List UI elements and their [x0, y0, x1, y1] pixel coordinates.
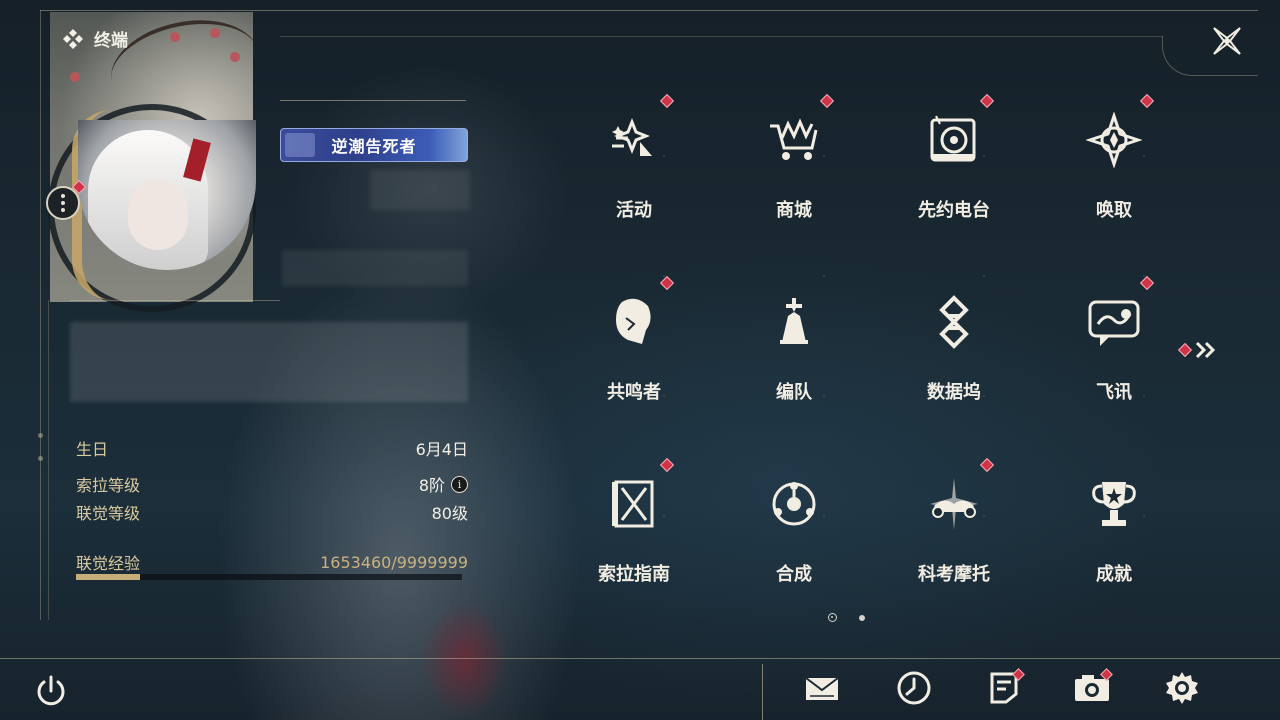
frame-tick: [38, 433, 43, 438]
settings-button[interactable]: [1162, 668, 1202, 712]
bottom-bar-separator: [762, 664, 763, 720]
stat-value-wrap: 8阶 i: [419, 472, 468, 496]
uid-placeholder-blur: [370, 170, 470, 210]
menu-item-events[interactable]: 活动: [574, 92, 694, 242]
notification-badge: [979, 457, 995, 473]
title-badge[interactable]: 逆潮告死者: [280, 128, 468, 162]
power-icon: [37, 675, 65, 706]
double-chevron-right-icon: [1195, 341, 1216, 359]
menu-item-message[interactable]: 飞讯: [1054, 274, 1174, 424]
menu-item-label: 先约电台: [918, 200, 990, 221]
stat-value: 8阶: [418, 476, 445, 495]
menu-item-label: 成就: [1096, 564, 1132, 585]
guide-icon: [604, 474, 664, 534]
menu-item-label: 数据坞: [927, 382, 981, 403]
menu-item-label: 商城: [776, 200, 812, 221]
notification-badge: [819, 93, 835, 109]
notification-badge: [659, 93, 675, 109]
terminal-diamond-icon: [63, 28, 83, 49]
settings-icon: [1166, 672, 1198, 704]
close-icon: [1213, 27, 1241, 55]
notification-badge: [659, 275, 675, 291]
stat-label: 生日: [76, 440, 109, 459]
trophy-icon: [1084, 474, 1144, 534]
stat-label: 联觉等级: [76, 504, 141, 523]
mail-icon: [805, 677, 839, 700]
mail-button[interactable]: [802, 668, 842, 712]
menu-item-motorcycle[interactable]: 科考摩托: [894, 456, 1014, 606]
menu-item-trophy[interactable]: 成就: [1054, 456, 1174, 606]
synthesis-icon: [764, 474, 824, 534]
stat-union-level: 联觉等级 80级: [76, 500, 468, 524]
notification-badge: [1139, 275, 1155, 291]
stat-value: 80级: [431, 504, 468, 523]
profile-separator: [70, 300, 280, 301]
background-figure: [420, 600, 510, 720]
frame-top-line: [40, 10, 1258, 11]
menu-item-data-bank[interactable]: 数据坞: [894, 274, 1014, 424]
stat-value: 1653460/9999999: [320, 552, 468, 572]
avatar-options-button[interactable]: [46, 186, 80, 220]
menu-item-label: 唤取: [1096, 200, 1132, 221]
terminal-header: 终端: [62, 26, 128, 51]
title-divider: [280, 100, 466, 101]
resonator-icon: [604, 292, 664, 352]
menu-item-label: 活动: [616, 200, 652, 221]
info-icon[interactable]: i: [451, 475, 468, 493]
name-placeholder-blur: [282, 250, 468, 286]
frame-left-inner-line: [48, 300, 49, 620]
radio-icon: [924, 110, 984, 170]
data-bank-icon: [924, 292, 984, 352]
page-indicator: [828, 613, 865, 622]
menu-item-label: 科考摩托: [918, 564, 990, 585]
next-page-badge: [1177, 342, 1193, 358]
exp-progress-fill: [76, 574, 140, 580]
events-icon: [604, 110, 664, 170]
motorcycle-icon: [924, 474, 984, 534]
menu-item-label: 编队: [776, 382, 812, 403]
next-page-button[interactable]: [1177, 340, 1218, 360]
power-button[interactable]: [32, 672, 70, 710]
frame-inner-line: [280, 36, 1162, 37]
close-button[interactable]: [1208, 22, 1246, 60]
frame-bottom-line: [0, 658, 1280, 659]
notification-badge: [979, 93, 995, 109]
exp-progress-bar: [76, 574, 462, 580]
menu-item-radio[interactable]: 先约电台: [894, 92, 1014, 242]
message-icon: [1084, 292, 1144, 352]
notice-button[interactable]: [984, 668, 1025, 712]
more-dots-icon: [61, 194, 65, 212]
menu-item-convene[interactable]: 唤取: [1054, 92, 1174, 242]
stat-label: 索拉等级: [76, 476, 141, 495]
stat-birthday: 生日 6月4日: [76, 436, 468, 460]
shop-cart-icon: [764, 110, 824, 170]
menu-item-team[interactable]: 编队: [734, 274, 854, 424]
page-dot-active[interactable]: [828, 613, 837, 622]
convene-icon: [1084, 110, 1144, 170]
team-icon: [764, 292, 824, 352]
clock-icon: [897, 671, 931, 705]
title-badge-text: 逆潮告死者: [331, 137, 417, 156]
stat-label: 联觉经验: [76, 554, 141, 573]
menu-item-label: 飞讯: [1096, 382, 1132, 403]
signature-placeholder-blur[interactable]: [70, 322, 468, 402]
menu-item-synthesis[interactable]: 合成: [734, 456, 854, 606]
stat-value: 6月4日: [415, 440, 468, 459]
history-button[interactable]: [894, 668, 934, 712]
page-dot[interactable]: [859, 614, 865, 621]
camera-button[interactable]: [1072, 668, 1113, 712]
notification-badge: [659, 457, 675, 473]
stat-sola-level: 索拉等级 8阶 i: [76, 472, 468, 496]
menu-item-resonator[interactable]: 共鸣者: [574, 274, 694, 424]
notification-badge: [1139, 93, 1155, 109]
menu-item-guide[interactable]: 索拉指南: [574, 456, 694, 606]
stat-union-exp: 联觉经验 1653460/9999999: [76, 550, 468, 574]
menu-item-label: 合成: [776, 564, 812, 585]
frame-left-line: [40, 10, 41, 620]
menu-item-label: 共鸣者: [607, 382, 661, 403]
menu-item-label: 索拉指南: [598, 564, 670, 585]
frame-tick: [38, 456, 43, 461]
menu-item-shop-cart[interactable]: 商城: [734, 92, 854, 242]
terminal-title: 终端: [94, 31, 128, 51]
